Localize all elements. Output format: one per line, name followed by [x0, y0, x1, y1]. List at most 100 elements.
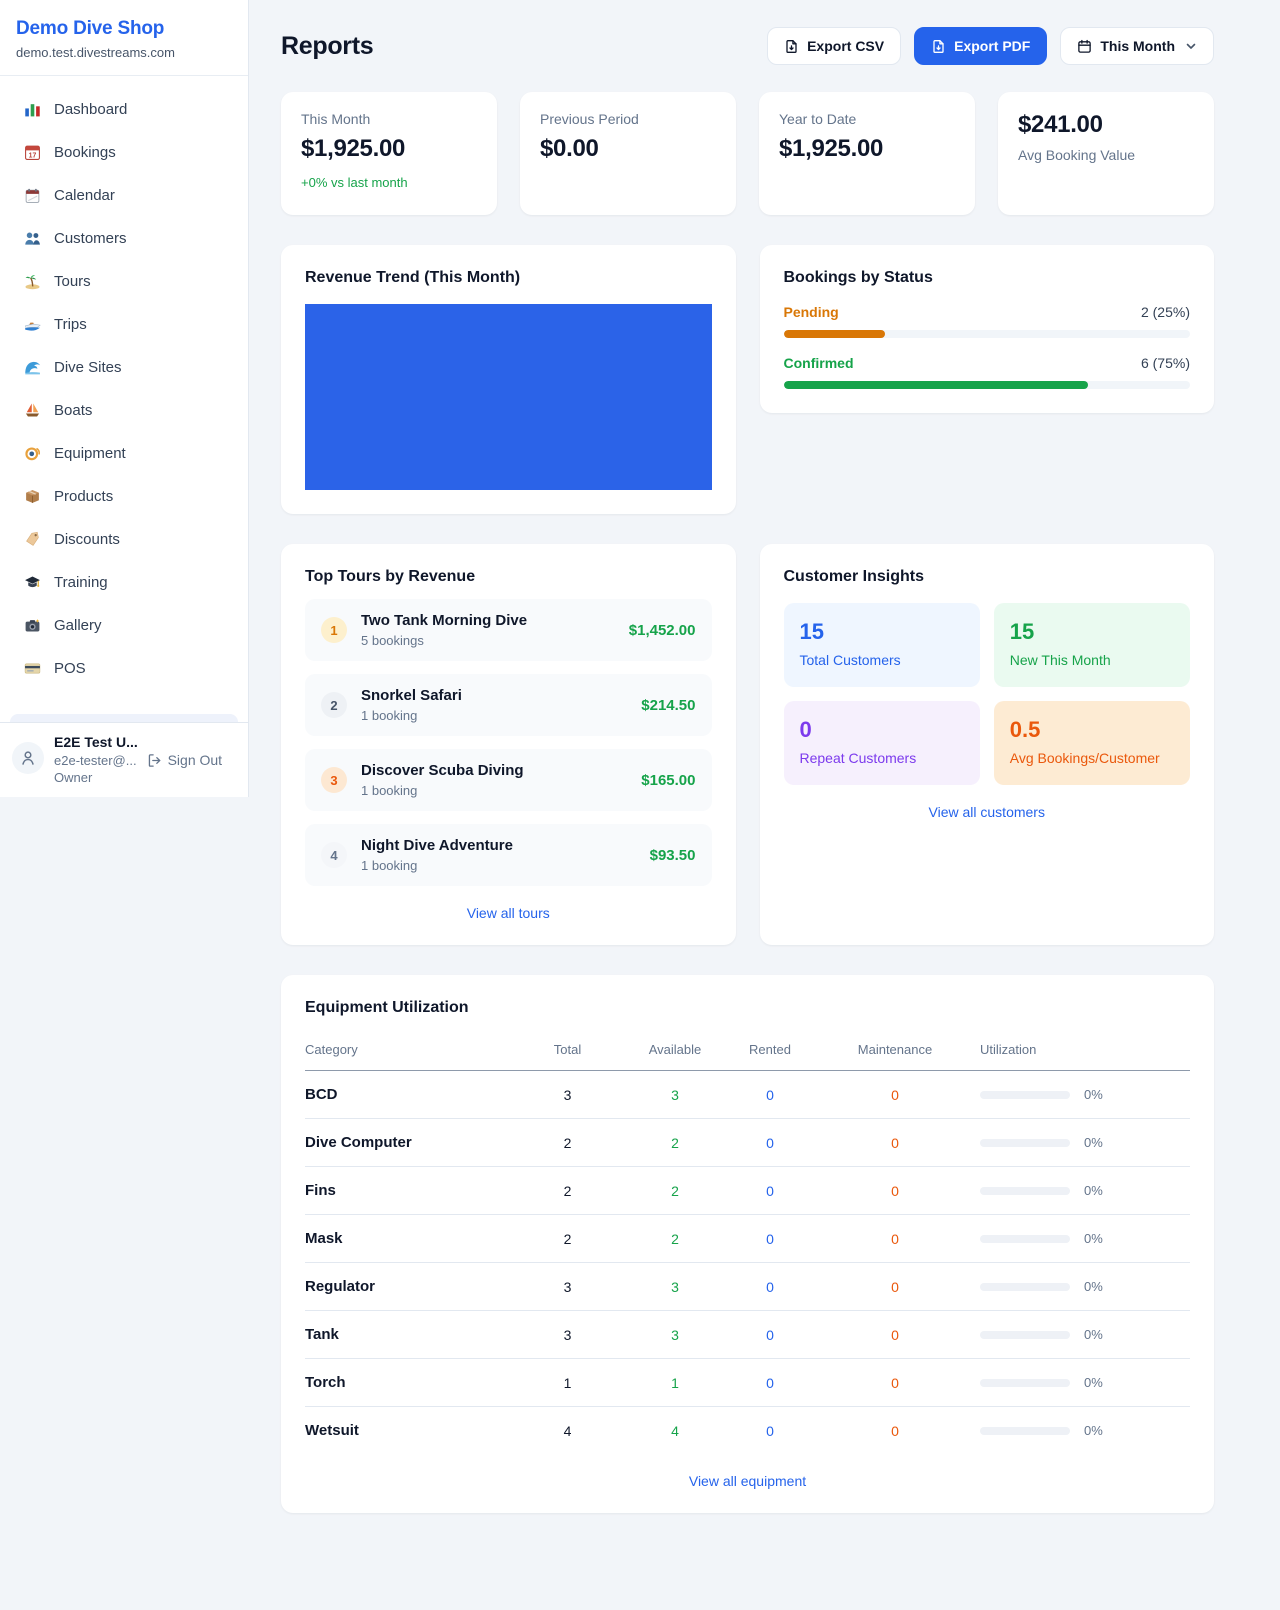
sidebar-item-label: Boats: [54, 402, 92, 419]
cell-total: 2: [505, 1215, 630, 1263]
sidebar-item[interactable]: 17 Bookings: [10, 131, 238, 174]
cell-utilization: 0%: [970, 1119, 1190, 1167]
person-icon: [19, 749, 37, 767]
file-download-icon: [784, 39, 799, 54]
equipment-icon: [23, 445, 41, 463]
status-count: 2 (25%): [1141, 304, 1190, 320]
cell-available: 3: [630, 1311, 720, 1359]
export-pdf-button[interactable]: Export PDF: [914, 27, 1047, 65]
utilization-bar: [980, 1379, 1070, 1387]
stat-card-previous-period: Previous Period $0.00: [520, 92, 736, 215]
sidebar-item-label: Equipment: [54, 445, 126, 462]
sidebar-item-label: Customers: [54, 230, 127, 247]
sidebar-item[interactable]: Dashboard: [10, 88, 238, 131]
customer-insights-title: Customer Insights: [784, 568, 1191, 586]
sign-out-button[interactable]: Sign Out: [147, 752, 222, 768]
cell-available: 2: [630, 1215, 720, 1263]
pos-icon: [23, 660, 41, 678]
table-row: Mask 2 2 0 0 0%: [305, 1215, 1190, 1263]
user-info: E2E Test U... e2e-tester@... Sign Out Ow…: [54, 734, 236, 785]
tour-row[interactable]: 3 Discover Scuba Diving 1 booking $165.0…: [305, 749, 712, 811]
cell-rented: 0: [720, 1311, 820, 1359]
page-header: Reports Export CSV Export PDF This Month: [281, 27, 1214, 65]
page-title: Reports: [281, 32, 373, 61]
table-row: Regulator 3 3 0 0 0%: [305, 1263, 1190, 1311]
col-rented: Rented: [720, 1032, 820, 1071]
bookings-by-status-card: Bookings by Status Pending 2 (25%): [760, 245, 1215, 413]
customer-insights-card: Customer Insights 15 Total Customers 15 …: [760, 544, 1215, 945]
insight-label: Avg Bookings/Customer: [1010, 750, 1174, 766]
stat-delta: +0% vs last month: [301, 175, 477, 190]
insight-value: 0: [800, 717, 964, 743]
cell-maintenance: 0: [820, 1071, 970, 1119]
cell-category: Wetsuit: [305, 1407, 505, 1455]
boats-icon: [23, 402, 41, 420]
utilization-bar: [980, 1427, 1070, 1435]
view-all-tours-link[interactable]: View all tours: [305, 905, 712, 921]
cell-total: 3: [505, 1311, 630, 1359]
rank-badge: 2: [321, 692, 347, 718]
cell-category: Mask: [305, 1215, 505, 1263]
table-row: Dive Computer 2 2 0 0 0%: [305, 1119, 1190, 1167]
cell-available: 1: [630, 1359, 720, 1407]
cell-rented: 0: [720, 1071, 820, 1119]
rank-badge: 3: [321, 767, 347, 793]
tour-bookings: 1 booking: [361, 708, 627, 723]
sidebar-item-label: Bookings: [54, 144, 116, 161]
file-download-icon: [931, 39, 946, 54]
tour-row[interactable]: 1 Two Tank Morning Dive 5 bookings $1,45…: [305, 599, 712, 661]
table-row: Fins 2 2 0 0 0%: [305, 1167, 1190, 1215]
tour-row[interactable]: 2 Snorkel Safari 1 booking $214.50: [305, 674, 712, 736]
cell-maintenance: 0: [820, 1407, 970, 1455]
cell-maintenance: 0: [820, 1215, 970, 1263]
calendar-icon: [23, 187, 41, 205]
shop-domain: demo.test.divestreams.com: [16, 45, 232, 60]
cell-total: 2: [505, 1119, 630, 1167]
sidebar-item[interactable]: Customers: [10, 217, 238, 260]
insight-tile: 15 New This Month: [994, 603, 1190, 687]
status-progress-track: [784, 381, 1191, 389]
sidebar-item[interactable]: Calendar: [10, 174, 238, 217]
view-all-customers-link[interactable]: View all customers: [784, 804, 1191, 820]
insight-label: Repeat Customers: [800, 750, 964, 766]
status-progress-track: [784, 330, 1191, 338]
sidebar-item[interactable]: Dive Sites: [10, 346, 238, 389]
sidebar-item[interactable]: Discounts: [10, 518, 238, 561]
sidebar-item[interactable]: Training: [10, 561, 238, 604]
tour-revenue: $165.00: [641, 772, 695, 789]
table-row: Wetsuit 4 4 0 0 0%: [305, 1407, 1190, 1455]
table-header-row: Category Total Available Rented Maintena…: [305, 1032, 1190, 1071]
status-progress-fill: [784, 381, 1089, 389]
sidebar-item[interactable]: POS: [10, 647, 238, 690]
insights-grid: 15 Total Customers 15 New This Month 0 R…: [784, 603, 1191, 785]
cell-total: 3: [505, 1263, 630, 1311]
view-all-equipment-link[interactable]: View all equipment: [305, 1473, 1190, 1489]
sidebar-item[interactable]: Equipment: [10, 432, 238, 475]
period-select[interactable]: This Month: [1060, 27, 1214, 65]
cell-rented: 0: [720, 1359, 820, 1407]
utilization-percent: 0%: [1084, 1423, 1103, 1438]
sidebar-item-label: Training: [54, 574, 108, 591]
sidebar-item[interactable]: Gallery: [10, 604, 238, 647]
sidebar-item[interactable]: Boats: [10, 389, 238, 432]
sidebar-header: Demo Dive Shop demo.test.divestreams.com: [0, 0, 248, 76]
tour-row[interactable]: 4 Night Dive Adventure 1 booking $93.50: [305, 824, 712, 886]
utilization-bar: [980, 1331, 1070, 1339]
sidebar-item-label: Calendar: [54, 187, 115, 204]
sidebar-item[interactable]: Products: [10, 475, 238, 518]
tours-list: 1 Two Tank Morning Dive 5 bookings $1,45…: [305, 599, 712, 886]
products-icon: [23, 488, 41, 506]
sidebar: Demo Dive Shop demo.test.divestreams.com…: [0, 0, 249, 797]
stats-row: This Month $1,925.00 +0% vs last month P…: [281, 92, 1214, 215]
sidebar-item-label: Discounts: [54, 531, 120, 548]
col-category: Category: [305, 1032, 505, 1071]
dive-sites-icon: [23, 359, 41, 377]
export-csv-button[interactable]: Export CSV: [767, 27, 901, 65]
sidebar-item-active-partial[interactable]: [10, 714, 238, 722]
insight-label: New This Month: [1010, 652, 1174, 668]
insight-tile: 15 Total Customers: [784, 603, 980, 687]
sidebar-item[interactable]: Tours: [10, 260, 238, 303]
sidebar-item[interactable]: Trips: [10, 303, 238, 346]
tours-icon: [23, 273, 41, 291]
utilization-percent: 0%: [1084, 1327, 1103, 1342]
